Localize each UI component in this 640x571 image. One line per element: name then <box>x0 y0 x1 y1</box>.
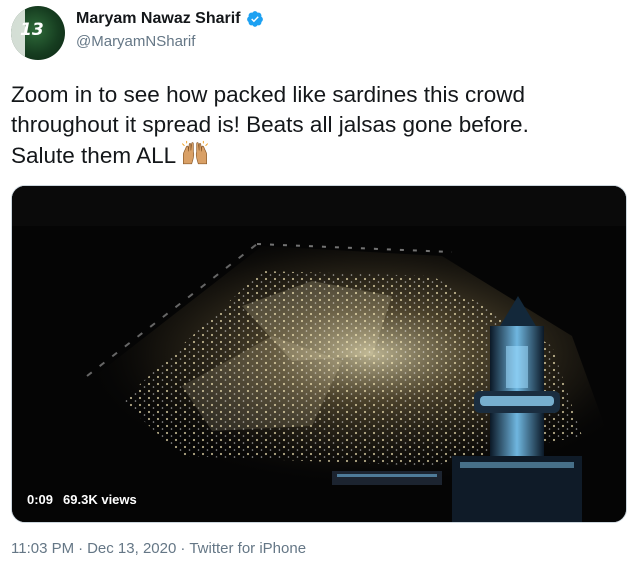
video-views: 69.3K views <box>63 492 137 507</box>
tweet-time[interactable]: 11:03 PM <box>11 540 74 557</box>
tweet-footer: 11:03 PM · Dec 13, 2020 · Twitter for iP… <box>11 540 306 557</box>
video-player[interactable] <box>11 185 627 523</box>
footer-separator: · <box>78 540 84 557</box>
tweet-source[interactable]: Twitter for iPhone <box>189 540 306 557</box>
author-handle[interactable]: @MaryamNSharif <box>76 33 195 50</box>
crowd-night-video-frame <box>12 186 626 522</box>
video-meta: 0:09 69.3K views <box>27 492 137 507</box>
tweet-text-line: throughout it spread is! Beats all jalsa… <box>11 112 529 137</box>
author-name[interactable]: Maryam Nawaz Sharif <box>76 10 241 28</box>
footer-separator: · <box>180 540 186 557</box>
verified-badge-icon <box>246 11 263 27</box>
tweet-text-line: Salute them ALL <box>11 140 631 171</box>
video-elapsed: 0:09 <box>27 492 54 507</box>
tweet-text: Zoom in to see how packed like sardines … <box>11 80 631 171</box>
tweet-text-line: Zoom in to see how packed like sardines … <box>11 82 525 107</box>
author-name-row[interactable]: Maryam Nawaz Sharif <box>76 10 264 28</box>
tweet-card: 13 Maryam Nawaz Sharif @MaryamNSharif Zo… <box>0 0 640 571</box>
tweet-date[interactable]: Dec 13, 2020 <box>87 540 176 557</box>
avatar-badge: 13 <box>20 20 44 40</box>
raising-hands-emoji <box>182 140 209 165</box>
tweet-text-line-content: Salute them ALL <box>11 143 177 168</box>
avatar[interactable]: 13 <box>11 6 65 60</box>
